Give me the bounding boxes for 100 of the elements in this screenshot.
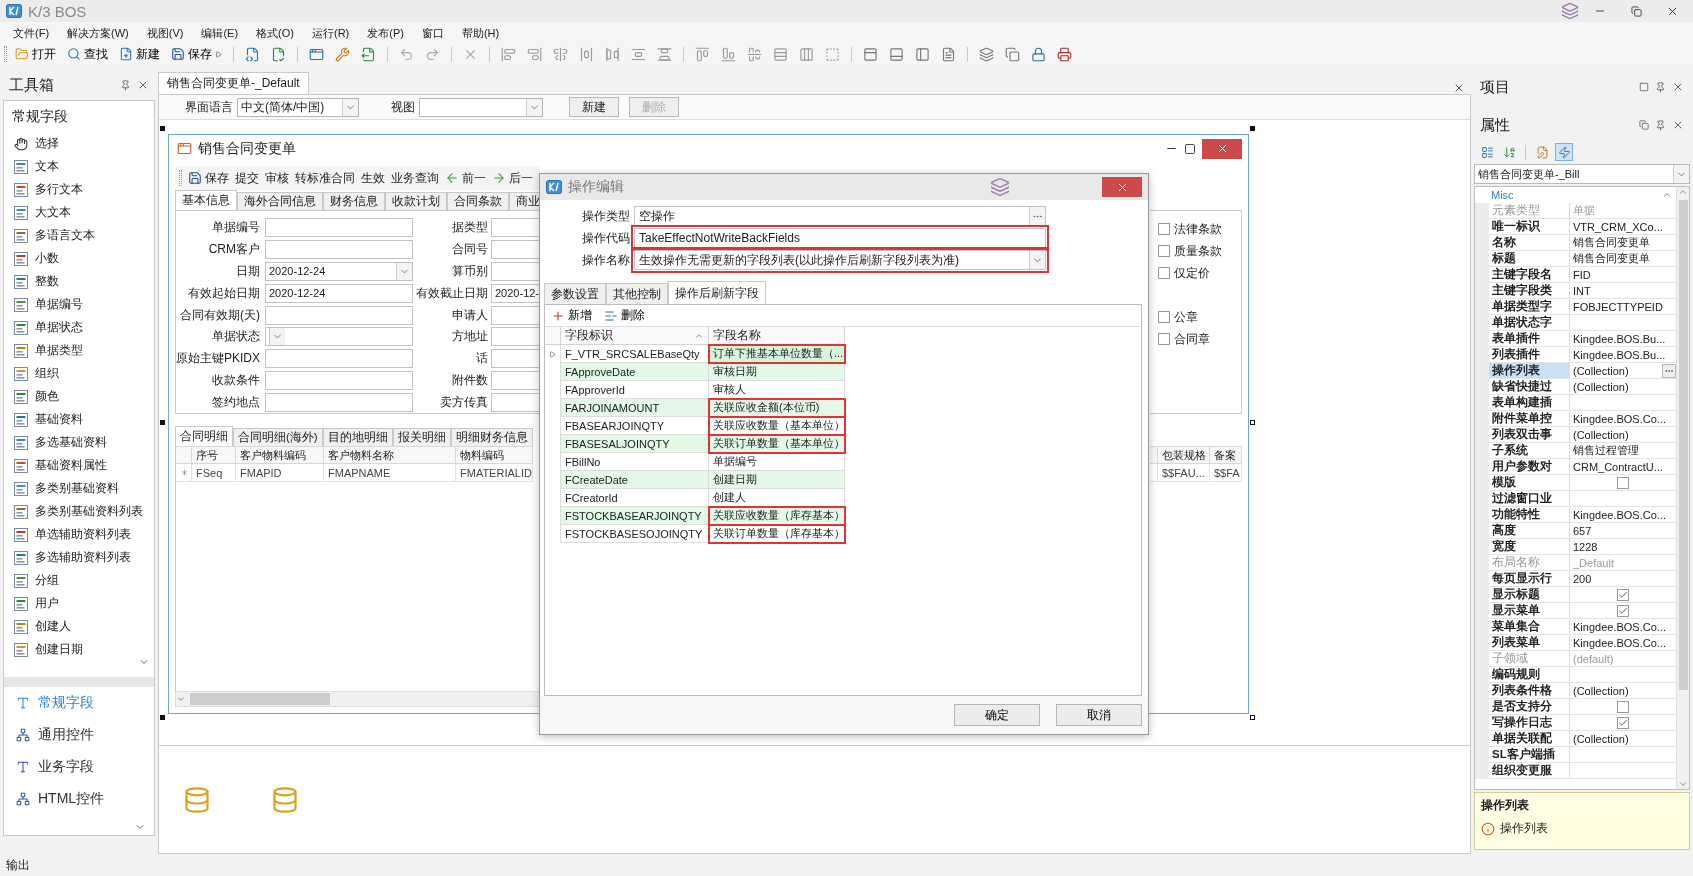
input-field[interactable]	[265, 349, 413, 369]
toolbox-item[interactable]: 多类别基础资料	[4, 477, 154, 500]
property-name[interactable]: 过滤窗口业	[1489, 491, 1570, 507]
property-name[interactable]: 每页显示行	[1489, 571, 1570, 587]
splitter-grip[interactable]	[4, 677, 154, 687]
category-item[interactable]: 常规字段	[4, 687, 154, 719]
menu-item[interactable]: 窗口	[412, 23, 453, 43]
property-name[interactable]: 主键字段类	[1489, 283, 1570, 299]
tab[interactable]: 财务信息	[323, 192, 385, 210]
close-button[interactable]	[1202, 138, 1242, 159]
table-cell[interactable]: 关联应收金额(本位币)	[709, 399, 845, 417]
table-cell[interactable]: 创建人	[709, 489, 845, 507]
toolbox-item[interactable]: 多语言文本	[4, 224, 154, 247]
ellipsis-button[interactable]	[1662, 363, 1676, 378]
property-name[interactable]: 列表双击事	[1489, 427, 1570, 443]
column-header[interactable]: 字段标识	[561, 327, 709, 345]
property-name[interactable]: 模版	[1489, 475, 1570, 491]
tab[interactable]: 基本信息	[175, 190, 237, 210]
property-name[interactable]: 单据状态字	[1489, 315, 1570, 331]
toolbar-button[interactable]: 转标准合同	[295, 169, 355, 187]
category-item[interactable]: 通用控件	[4, 719, 154, 751]
input-field[interactable]	[491, 349, 540, 369]
toolbar-button[interactable]: 新建	[116, 45, 163, 63]
tab[interactable]: 合同明细	[175, 426, 233, 446]
toolbox-item[interactable]: 创建日期	[4, 638, 154, 661]
property-name[interactable]: 表单构建插	[1489, 395, 1570, 411]
toolbar-button[interactable]: 审核	[265, 169, 289, 187]
property-name[interactable]: 标题	[1489, 251, 1570, 267]
menu-item[interactable]: 运行(R)	[303, 23, 359, 43]
table-cell[interactable]: FBillNo	[561, 453, 709, 471]
tab[interactable]: 明细财务信息	[450, 428, 533, 446]
toolbar-button[interactable]: 打开	[12, 45, 59, 63]
input-field[interactable]	[491, 370, 540, 390]
property-name[interactable]: 显示菜单	[1489, 603, 1570, 619]
input-field[interactable]: 空操作	[634, 206, 1046, 226]
menu-item[interactable]: 解决方案(W)	[58, 23, 138, 43]
toolbox-item[interactable]: 基础资料属性	[4, 454, 154, 477]
property-name[interactable]: 单据关联配	[1489, 731, 1570, 747]
property-name[interactable]: 菜单集合	[1489, 619, 1570, 635]
toolbox-item[interactable]: 多行文本	[4, 178, 154, 201]
property-value[interactable]	[1570, 715, 1676, 731]
input-field[interactable]	[491, 240, 540, 260]
menu-item[interactable]: 帮助(H)	[452, 23, 509, 43]
category-label[interactable]: Misc	[1491, 189, 1514, 201]
property-name[interactable]: 单据类型字	[1489, 299, 1570, 315]
toolbox-item[interactable]: 选择	[4, 132, 154, 155]
toolbox-item[interactable]: 颜色	[4, 385, 154, 408]
property-name[interactable]: 高度	[1489, 523, 1570, 539]
table-cell[interactable]: FBASEARJOINQTY	[561, 417, 709, 435]
menu-item[interactable]: 编辑(E)	[192, 23, 248, 43]
toolbar-button[interactable]: 业务查询	[391, 169, 439, 187]
ok-button[interactable]: 确定	[954, 704, 1040, 726]
tab[interactable]: 目的地明细	[322, 428, 393, 446]
checkbox[interactable]	[1617, 476, 1629, 489]
dropdown-field[interactable]: 2020-12-24	[265, 261, 413, 281]
toolbar-button[interactable]: 前一	[445, 169, 486, 187]
tab[interactable]: 海外合同信息	[237, 192, 323, 210]
property-name[interactable]: 操作列表	[1489, 363, 1570, 379]
checkbox[interactable]	[1617, 716, 1629, 729]
checkbox[interactable]	[1158, 333, 1170, 345]
tab[interactable]: 收款计划	[385, 192, 447, 210]
dropdown-field[interactable]: 销售合同变更单-_Bill	[1474, 164, 1690, 184]
menu-item[interactable]: 文件(F)	[4, 23, 59, 43]
table-cell[interactable]: 关联订单数量（库存基本）	[709, 525, 845, 543]
toolbox-item[interactable]: 单选辅助资料列表	[4, 523, 154, 546]
checkbox[interactable]	[1158, 311, 1170, 323]
property-name[interactable]: 子系统	[1489, 443, 1570, 459]
dropdown-field[interactable]	[419, 97, 543, 117]
input-field[interactable]: TakeEffectNotWriteBackFields	[634, 228, 1046, 248]
tab[interactable]: 合同明细(海外)	[233, 428, 323, 446]
toolbox-item[interactable]: 组织	[4, 362, 154, 385]
cancel-button[interactable]: 取消	[1056, 704, 1142, 726]
category-item[interactable]: HTML控件	[4, 783, 154, 815]
checkbox[interactable]	[1617, 604, 1629, 617]
close-icon[interactable]	[1672, 119, 1684, 131]
toolbox-item[interactable]: 整数	[4, 270, 154, 293]
toolbar-button[interactable]: 提交	[235, 169, 259, 187]
property-name[interactable]: 组织变更服	[1489, 763, 1570, 779]
tab[interactable]: 合同条款	[447, 192, 509, 210]
toolbar-button[interactable]: 查找	[64, 45, 111, 63]
table-cell[interactable]: F_VTR_SRCSALEBaseQty	[561, 345, 709, 363]
property-name[interactable]: 唯一标识	[1489, 219, 1570, 235]
input-field[interactable]	[265, 218, 413, 238]
input-field[interactable]	[491, 261, 540, 281]
toolbox-item[interactable]: 单据编号	[4, 293, 154, 316]
resize-handle[interactable]	[160, 715, 165, 720]
table-cell[interactable]: 关联应收数量（基本单位）	[709, 417, 845, 435]
toolbox-item[interactable]: 用户	[4, 592, 154, 615]
table-cell[interactable]: FSTOCKBASESOJOINQTY	[561, 525, 709, 543]
input-field[interactable]	[265, 305, 413, 325]
checkbox[interactable]	[1617, 700, 1629, 713]
menu-item[interactable]: 视图(V)	[137, 23, 193, 43]
toolbox-item[interactable]: 大文本	[4, 201, 154, 224]
checkbox[interactable]	[1617, 588, 1629, 601]
property-value[interactable]: (Collection)	[1570, 363, 1676, 379]
property-name[interactable]: SL客户端插	[1489, 747, 1570, 763]
input-field[interactable]	[265, 392, 413, 412]
menu-item[interactable]: 格式(O)	[247, 23, 303, 43]
resize-handle[interactable]	[1250, 126, 1255, 131]
resize-handle[interactable]	[1250, 715, 1255, 720]
